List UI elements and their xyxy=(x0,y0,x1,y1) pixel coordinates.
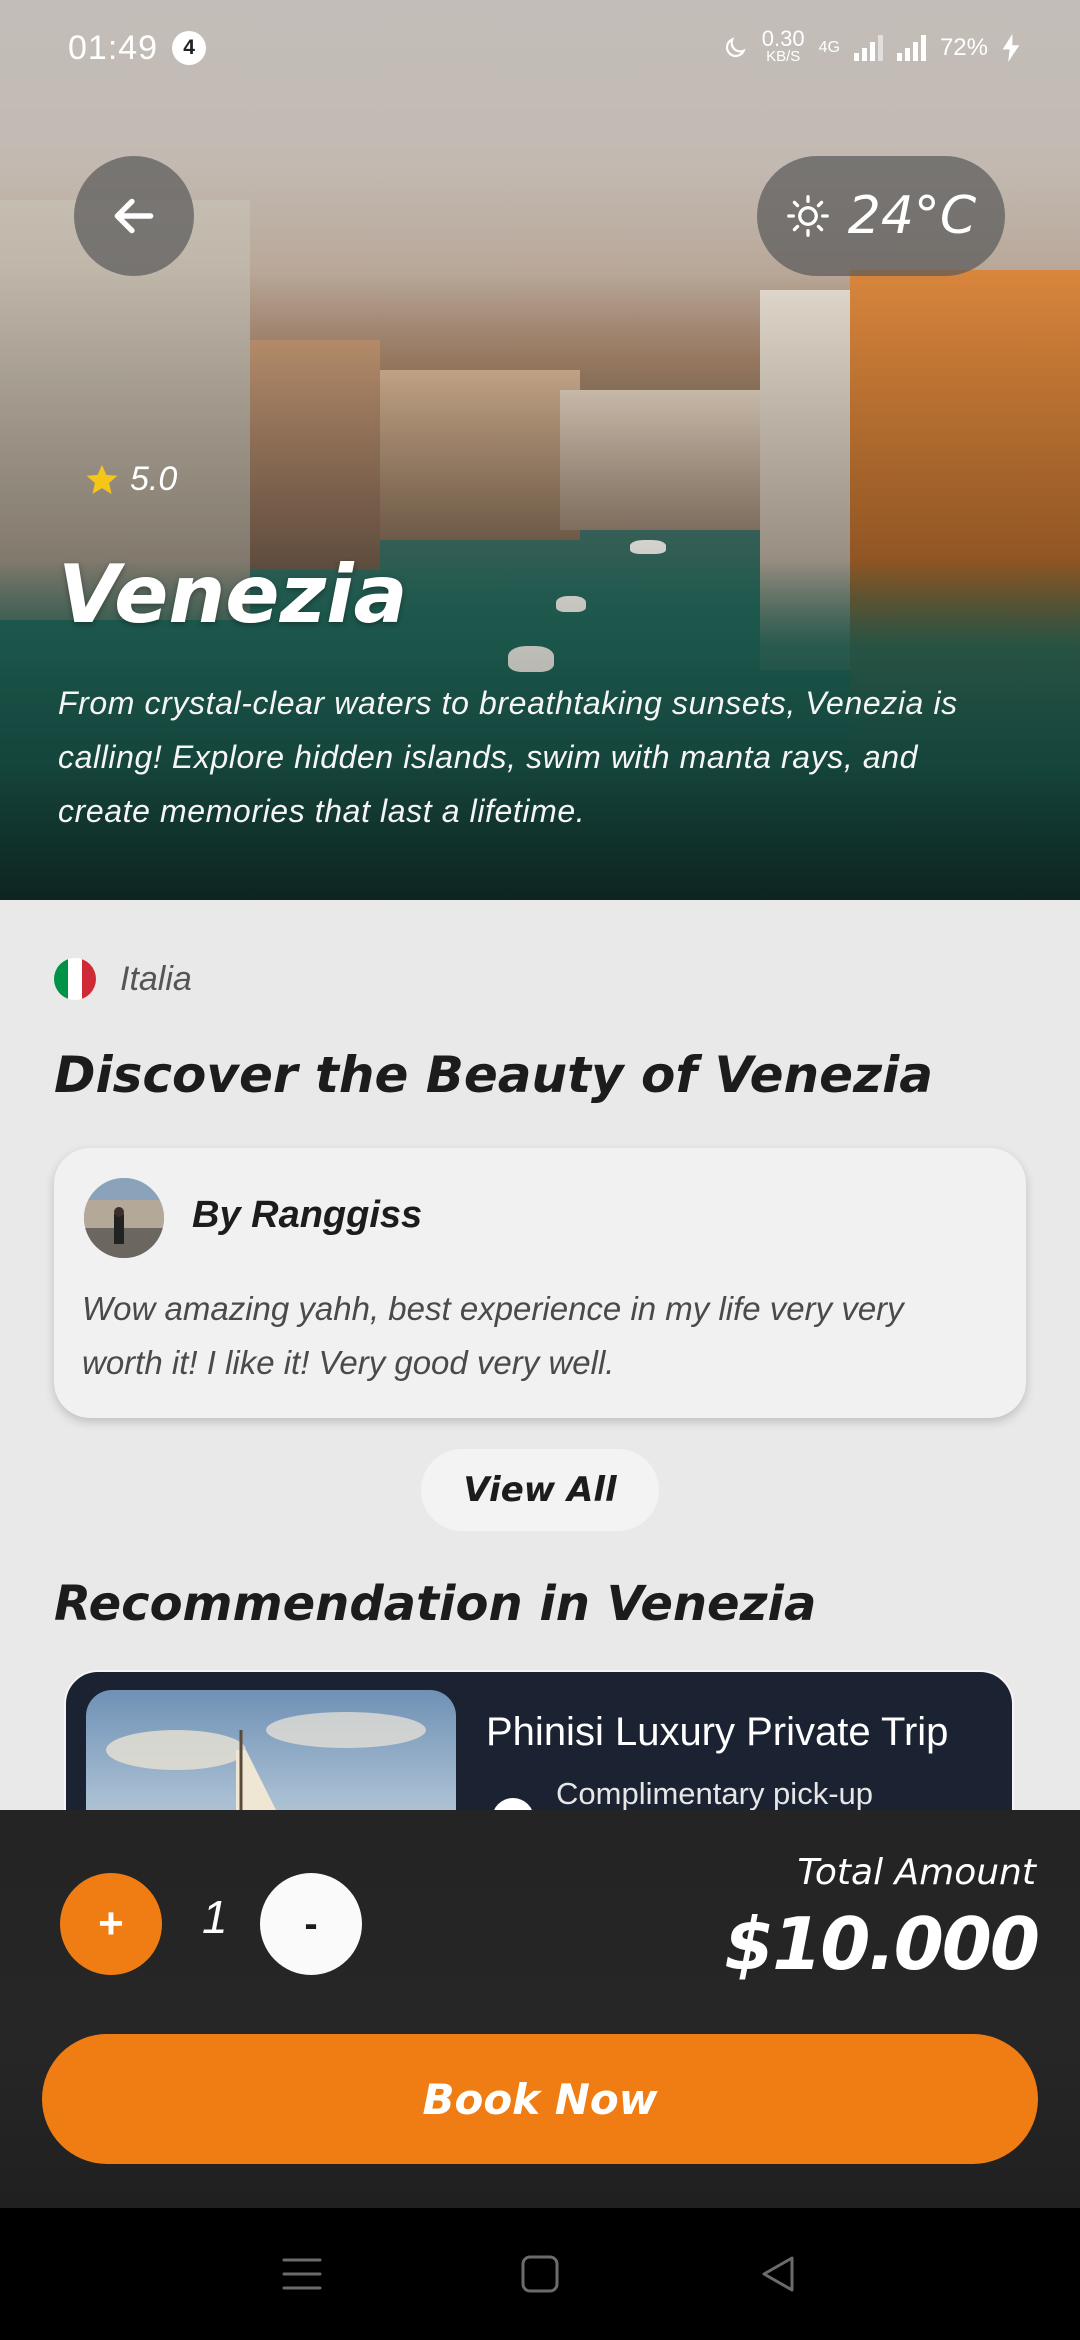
status-time: 01:49 xyxy=(68,28,159,67)
avatar-photo xyxy=(84,1178,164,1258)
hero-image: 01:49 4 0.30 KB/S 4G 72% 24°C 5.0 Venezi… xyxy=(0,0,1080,900)
flag-stripe xyxy=(68,958,82,1000)
status-bar: 01:49 4 0.30 KB/S 4G 72% xyxy=(0,0,1080,96)
net-speed: 0.30 KB/S xyxy=(761,26,805,66)
arrow-left-icon xyxy=(114,198,154,234)
increase-quantity-button[interactable]: + xyxy=(60,1873,162,1975)
battery-level: 72% xyxy=(939,34,988,61)
charging-icon xyxy=(1002,34,1020,62)
country-name: Italia xyxy=(120,959,192,998)
nav-back-button[interactable] xyxy=(754,2250,802,2298)
signal-icon xyxy=(896,35,926,61)
view-all-button[interactable]: View All xyxy=(421,1449,659,1531)
back-button[interactable] xyxy=(74,156,194,276)
net-speed-value: 0.30 xyxy=(761,26,805,51)
nav-home-button[interactable] xyxy=(516,2250,564,2298)
triangle-back-icon xyxy=(762,2256,794,2292)
recommendation-card-title: Phinisi Luxury Private Trip xyxy=(486,1710,949,1754)
square-icon xyxy=(521,2255,559,2293)
moon-icon xyxy=(725,37,746,58)
discover-title: Discover the Beauty of Venezia xyxy=(54,1046,934,1104)
recommendation-feature: Complimentary pick-up xyxy=(556,1776,873,1811)
flag-stripe xyxy=(82,958,96,1000)
decrease-quantity-button[interactable]: - xyxy=(260,1873,362,1975)
destination-title: Venezia xyxy=(58,548,408,641)
total-amount-label: Total Amount xyxy=(797,1852,1036,1893)
avatar xyxy=(84,1178,164,1258)
nav-menu-button[interactable] xyxy=(278,2250,326,2298)
flag-stripe xyxy=(54,958,68,1000)
signal-icon xyxy=(853,35,883,61)
total-amount-value: $10.000 xyxy=(724,1902,1040,1986)
review-card[interactable]: By Ranggiss Wow amazing yahh, best exper… xyxy=(54,1148,1026,1418)
booking-bar: + 1 - Total Amount $10.000 Book Now xyxy=(0,1810,1080,2208)
quantity-value: 1 xyxy=(202,1891,228,1943)
country-row: Italia xyxy=(54,958,192,1000)
recommendation-title: Recommendation in Venezia xyxy=(54,1576,817,1632)
net-speed-unit: KB/S xyxy=(766,48,801,65)
review-text: Wow amazing yahh, best experience in my … xyxy=(82,1290,904,1381)
star-icon xyxy=(86,464,118,494)
temperature: 24°C xyxy=(847,186,977,246)
italy-flag-icon xyxy=(54,958,96,1000)
notification-count-badge: 4 xyxy=(172,31,207,65)
destination-description: From crystal-clear waters to breathtakin… xyxy=(58,685,958,829)
menu-icon xyxy=(282,2258,322,2290)
rating-value: 5.0 xyxy=(130,460,178,498)
book-now-button[interactable]: Book Now xyxy=(42,2034,1038,2164)
rating: 5.0 xyxy=(84,460,177,499)
sun-icon xyxy=(786,195,829,237)
network-type: 4G xyxy=(818,39,840,56)
system-nav-bar xyxy=(0,2208,1080,2340)
review-author: By Ranggiss xyxy=(192,1194,423,1236)
weather-pill: 24°C xyxy=(757,156,1005,276)
